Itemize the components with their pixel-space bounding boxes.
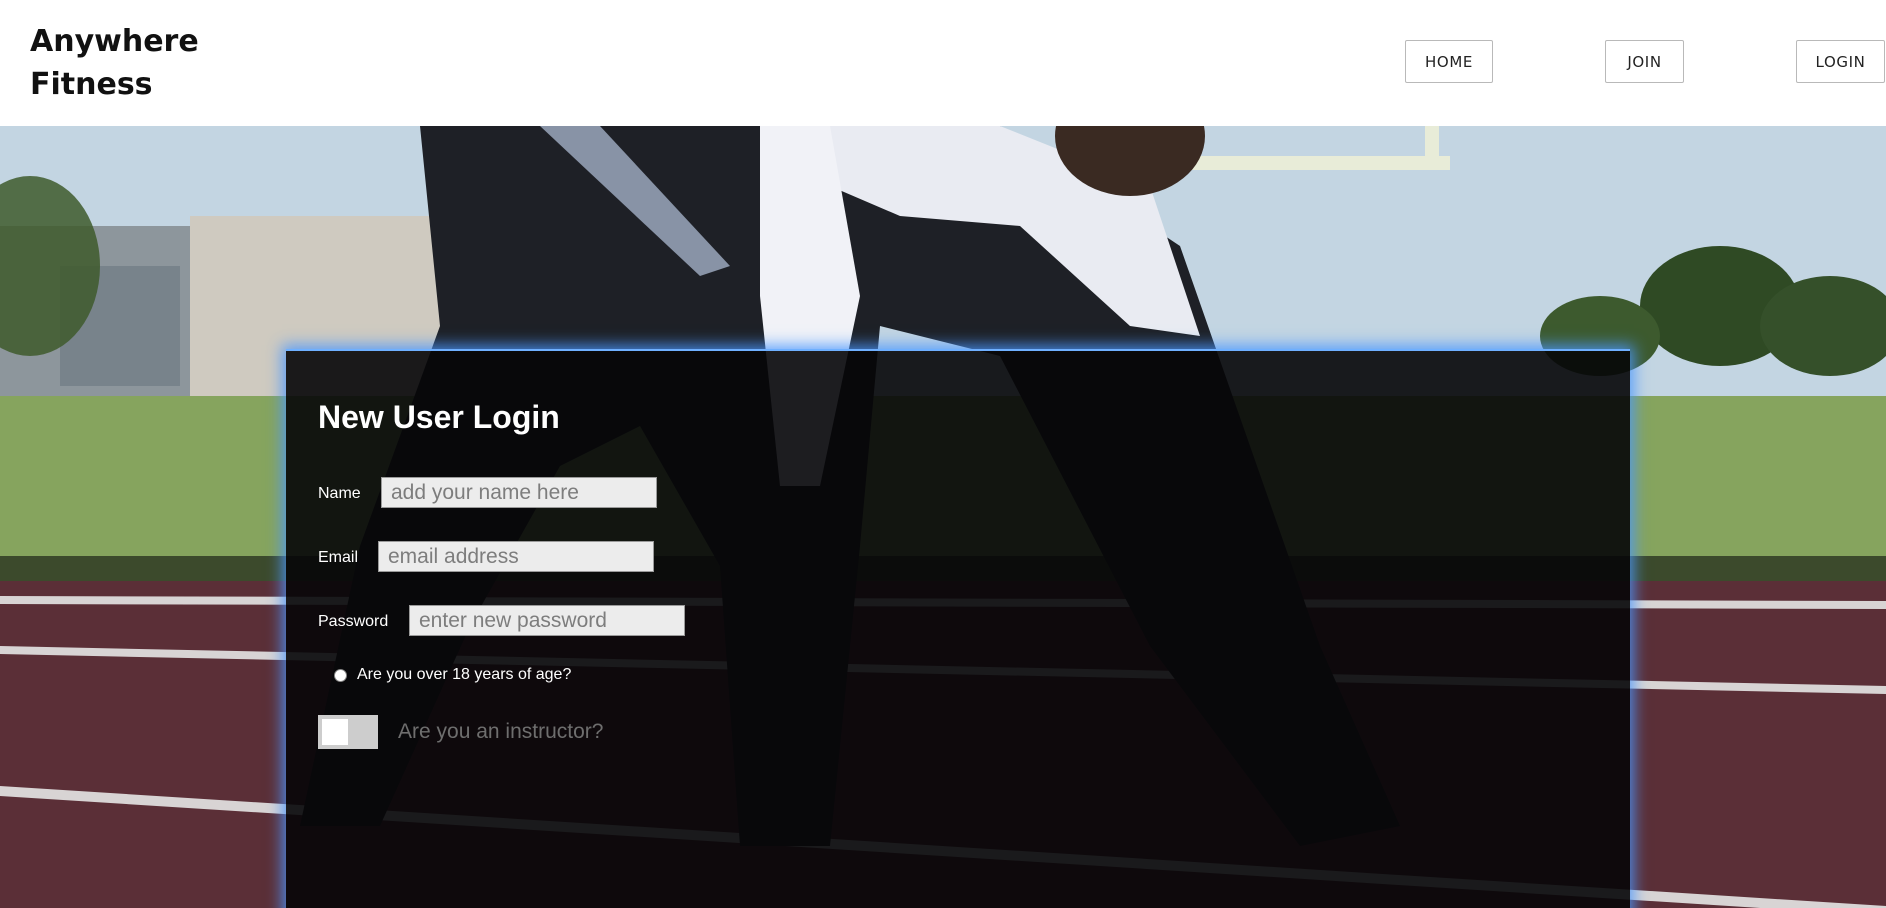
age-check-row: Are you over 18 years of age? (334, 666, 571, 684)
email-label: Email (318, 549, 359, 566)
brand-line-2: Fitness (30, 67, 153, 102)
name-input[interactable] (381, 477, 657, 508)
nav-home-button[interactable]: HOME (1405, 40, 1493, 83)
password-input[interactable] (409, 605, 685, 636)
age-check-radio[interactable] (334, 668, 347, 682)
brand-logo[interactable]: Anywhere Fitness (30, 20, 230, 106)
instructor-toggle[interactable] (318, 715, 378, 749)
nav-join-button[interactable]: JOIN (1605, 40, 1684, 83)
age-check-label: Are you over 18 years of age? (357, 666, 572, 683)
name-label: Name (318, 485, 361, 502)
site-header: Anywhere Fitness HOME JOIN LOGIN (0, 0, 1886, 126)
app-page: Anywhere Fitness HOME JOIN LOGIN New Use… (0, 0, 1886, 908)
brand-line-1: Anywhere (30, 24, 199, 59)
toggle-knob (322, 719, 348, 745)
instructor-toggle-row: Are you an instructor? (318, 715, 603, 749)
form-title: New User Login (318, 399, 560, 435)
instructor-toggle-label: Are you an instructor? (398, 720, 604, 743)
nav-login-button[interactable]: LOGIN (1796, 40, 1885, 83)
password-label: Password (318, 613, 389, 630)
email-input[interactable] (378, 541, 654, 572)
new-user-login-card: New User Login Name Email Password Are y… (286, 349, 1630, 908)
